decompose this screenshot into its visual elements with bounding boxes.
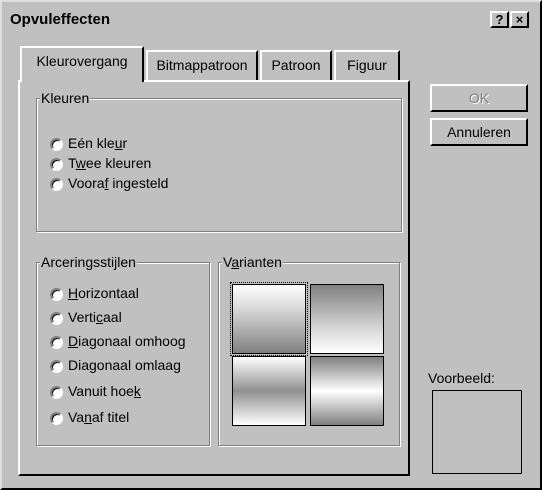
radio-label-diagonaal-omlaag: Diagonaal omlaag [68, 357, 181, 373]
help-icon: ? [495, 12, 504, 27]
tab-label: Patroon [271, 57, 321, 73]
varianten-legend: Varianten [222, 254, 283, 270]
variant-swatch-1[interactable] [230, 282, 308, 356]
tab-bitmappatroon[interactable]: Bitmappatroon [146, 50, 258, 80]
help-button[interactable]: ? [490, 11, 509, 28]
tab-figuur[interactable]: Figuur [334, 50, 400, 80]
tab-panel: Kleuren Eén kleur Twee kleuren Vooraf in… [18, 80, 410, 476]
variant-swatch-4[interactable] [310, 356, 384, 426]
radio-label-diagonaal-omhoog: Diagonaal omhoog [68, 333, 186, 349]
tab-patroon[interactable]: Patroon [260, 50, 332, 80]
tab-label: Bitmappatroon [156, 57, 248, 73]
radio-vanaf-titel[interactable] [50, 412, 63, 425]
preview-box [432, 390, 522, 474]
radio-twee-kleuren[interactable] [50, 158, 63, 171]
ok-button[interactable]: OK [430, 84, 528, 112]
radio-een-kleur[interactable] [50, 138, 63, 151]
preview-label: Voorbeeld: [428, 370, 495, 386]
cancel-button[interactable]: Annuleren [430, 118, 528, 146]
radio-label-vooraf-ingesteld: Vooraf ingesteld [68, 175, 169, 191]
radio-label-twee-kleuren: Twee kleuren [68, 155, 152, 171]
title-bar: Opvuleffecten ? × [8, 8, 534, 32]
radio-diagonaal-omhoog[interactable] [50, 336, 63, 349]
radio-vooraf-ingesteld[interactable] [50, 178, 63, 191]
close-icon: × [515, 12, 524, 27]
radio-vanuit-hoek[interactable] [50, 386, 63, 399]
tab-label: Kleurovergang [36, 53, 128, 69]
radio-verticaal[interactable] [50, 312, 63, 325]
tab-label: Figuur [347, 57, 387, 73]
radio-label-vanaf-titel: Vanaf titel [68, 409, 130, 425]
variant-swatch-2[interactable] [310, 284, 384, 354]
radio-label-vanuit-hoek: Vanuit hoek [68, 383, 141, 399]
variant-swatch-3[interactable] [232, 356, 306, 426]
dialog-title: Opvuleffecten [10, 11, 111, 28]
radio-label-verticaal: Verticaal [68, 309, 122, 325]
radio-label-een-kleur: Eén kleur [68, 135, 128, 151]
kleuren-legend: Kleuren [40, 90, 91, 106]
radio-horizontaal[interactable] [50, 288, 63, 301]
radio-diagonaal-omlaag[interactable] [50, 360, 63, 373]
arceringsstijlen-legend: Arceringsstijlen [40, 254, 137, 270]
tab-kleurovergang[interactable]: Kleurovergang [20, 46, 144, 82]
close-button[interactable]: × [510, 11, 529, 28]
radio-label-horizontaal: Horizontaal [68, 285, 139, 301]
